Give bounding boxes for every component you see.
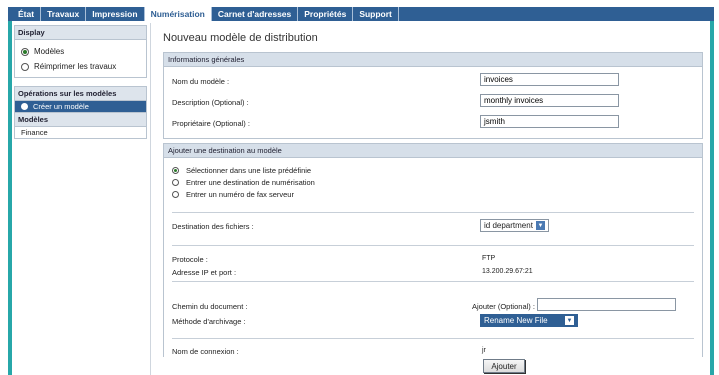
owner-row: Propriétaire (Optional) : jsmith <box>164 113 702 134</box>
login-label: Nom de connexion : <box>172 347 239 356</box>
description-input[interactable]: monthly invoices <box>480 94 619 107</box>
tab-etat[interactable]: État <box>12 7 42 21</box>
radio-icon[interactable] <box>172 178 179 186</box>
tab-impression[interactable]: Impression <box>86 7 145 21</box>
display-option-modeles[interactable]: Modèles <box>15 44 146 59</box>
display-option-label: Modèles <box>34 47 65 56</box>
tab-proprietes[interactable]: Propriétés <box>298 7 354 21</box>
page-title: Nouveau modèle de distribution <box>163 32 318 44</box>
tab-carnet-adresses[interactable]: Carnet d'adresses <box>212 7 299 21</box>
divider <box>172 212 694 213</box>
divider <box>172 338 694 339</box>
operations-title: Opérations sur les modèles <box>15 87 146 101</box>
general-info-title: Informations générales <box>164 53 702 67</box>
radio-selected-icon[interactable] <box>172 166 179 174</box>
file-destination-value: id department <box>484 221 533 230</box>
option-label: Entrer un numéro de fax serveur <box>186 189 294 199</box>
display-option-label: Réimprimer les travaux <box>34 62 117 71</box>
model-name-row: Nom du modèle : invoices <box>164 71 702 92</box>
display-box: Display Modèles Réimprimer les travaux <box>14 25 147 78</box>
ip-row: Adresse IP et port : 13.200.29.67:21 <box>164 262 702 277</box>
archive-method-value: Rename New File <box>484 316 548 325</box>
radio-selected-icon[interactable] <box>21 103 28 110</box>
option-label: Sélectionner dans une liste prédéfinie <box>186 165 312 175</box>
ip-label: Adresse IP et port : <box>172 268 237 277</box>
tab-support[interactable]: Support <box>353 7 399 21</box>
owner-label: Propriétaire (Optional) : <box>172 119 250 128</box>
radio-icon[interactable] <box>172 190 179 198</box>
models-title: Modèles <box>15 112 146 127</box>
file-destination-select[interactable]: id department ▼ <box>480 219 549 232</box>
protocol-row: Protocole : FTP <box>164 249 702 264</box>
create-model-item[interactable]: Créer un modèle <box>15 101 146 112</box>
add-button[interactable]: Ajouter <box>483 359 525 373</box>
main-content: Nouveau modèle de distribution Informati… <box>163 23 703 357</box>
option-label: Entrer une destination de numérisation <box>186 177 315 187</box>
add-optional-label: Ajouter (Optional) : <box>472 302 535 311</box>
destination-title: Ajouter une destination au modèle <box>164 144 702 158</box>
file-destination-label: Destination des fichiers : <box>172 222 254 231</box>
chevron-down-icon: ▼ <box>565 316 574 325</box>
document-path-input[interactable] <box>537 298 676 311</box>
model-item-finance[interactable]: Finance <box>15 127 146 138</box>
document-path-label: Chemin du document : <box>172 302 248 311</box>
divider <box>172 281 694 282</box>
protocol-value: FTP <box>482 255 496 262</box>
create-model-label: Créer un modèle <box>33 102 89 111</box>
file-destination-row: Destination des fichiers : id department… <box>164 216 702 240</box>
archive-method-select[interactable]: Rename New File ▼ <box>480 314 578 327</box>
archive-method-row: Méthode d'archivage : Rename New File ▼ <box>164 314 702 332</box>
divider <box>172 245 694 246</box>
tab-numerisation[interactable]: Numérisation <box>144 7 212 21</box>
tab-travaux[interactable]: Travaux <box>41 7 87 21</box>
description-label: Description (Optional) : <box>172 98 249 107</box>
destination-panel: Ajouter une destination au modèle Sélect… <box>163 143 703 357</box>
option-predefined-list[interactable]: Sélectionner dans une liste prédéfinie <box>164 164 702 176</box>
login-value: jr <box>482 347 486 354</box>
owner-input[interactable]: jsmith <box>480 115 619 128</box>
display-option-reimprimer[interactable]: Réimprimer les travaux <box>15 59 146 74</box>
description-row: Description (Optional) : monthly invoice… <box>164 92 702 113</box>
display-title: Display <box>15 26 146 40</box>
top-nav: État Travaux Impression Numérisation Car… <box>8 7 714 21</box>
operations-box: Opérations sur les modèles Créer un modè… <box>14 86 147 139</box>
ip-value: 13.200.29.67:21 <box>482 268 533 275</box>
archive-method-label: Méthode d'archivage : <box>172 317 246 326</box>
sidebar: Display Modèles Réimprimer les travaux O… <box>12 23 151 375</box>
chevron-down-icon: ▼ <box>535 221 545 230</box>
radio-selected-icon[interactable] <box>21 47 29 56</box>
model-name-input[interactable]: invoices <box>480 73 619 86</box>
radio-icon[interactable] <box>21 62 29 71</box>
login-row: Nom de connexion : jr <box>164 341 702 357</box>
model-name-label: Nom du modèle : <box>172 77 230 86</box>
option-fax-server[interactable]: Entrer un numéro de fax serveur <box>164 188 702 200</box>
general-info-panel: Informations générales Nom du modèle : i… <box>163 52 703 139</box>
document-path-row: Chemin du document : Ajouter (Optional) … <box>164 296 702 314</box>
option-scan-destination[interactable]: Entrer une destination de numérisation <box>164 176 702 188</box>
